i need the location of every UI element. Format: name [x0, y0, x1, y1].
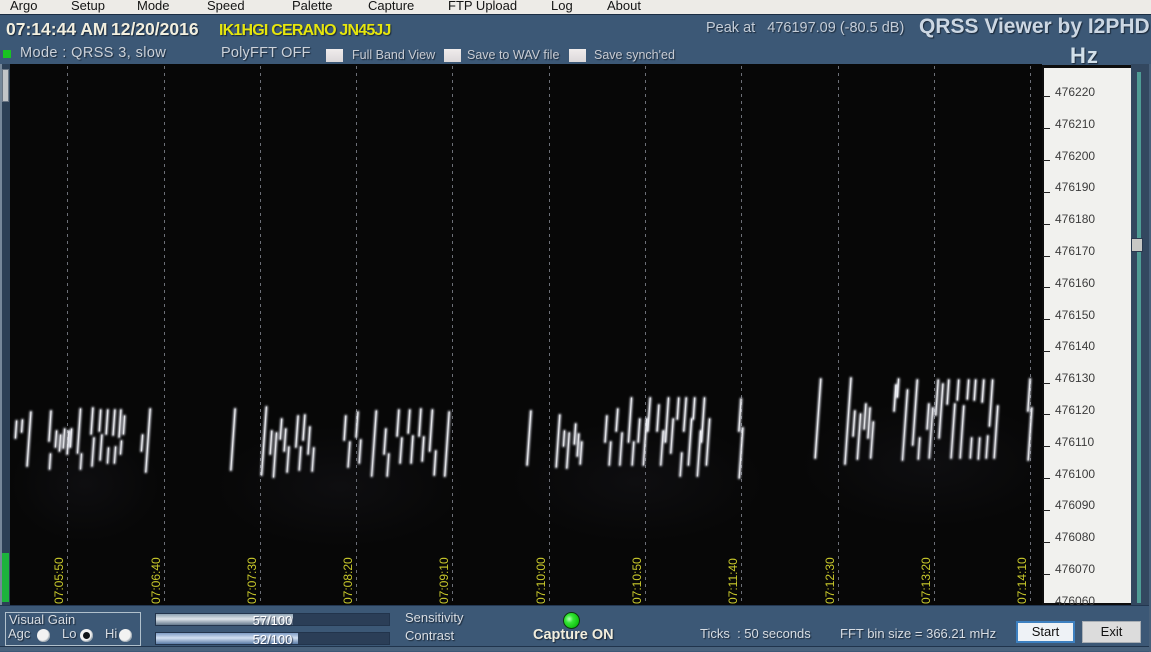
svg-text:07:12:30: 07:12:30 — [823, 557, 837, 604]
svg-text:07:11:40: 07:11:40 — [726, 558, 740, 604]
svg-text:07:13:20: 07:13:20 — [919, 557, 933, 604]
svg-text:07:10:00: 07:10:00 — [534, 557, 548, 604]
svg-text:07:06:40: 07:06:40 — [149, 557, 163, 604]
svg-text:07:07:30: 07:07:30 — [245, 557, 259, 604]
svg-text:07:10:50: 07:10:50 — [630, 557, 644, 604]
svg-text:07:08:20: 07:08:20 — [341, 557, 355, 604]
svg-text:07:05:50: 07:05:50 — [52, 557, 66, 604]
svg-text:07:14:10: 07:14:10 — [1015, 557, 1029, 604]
svg-text:07:09:10: 07:09:10 — [437, 557, 451, 604]
